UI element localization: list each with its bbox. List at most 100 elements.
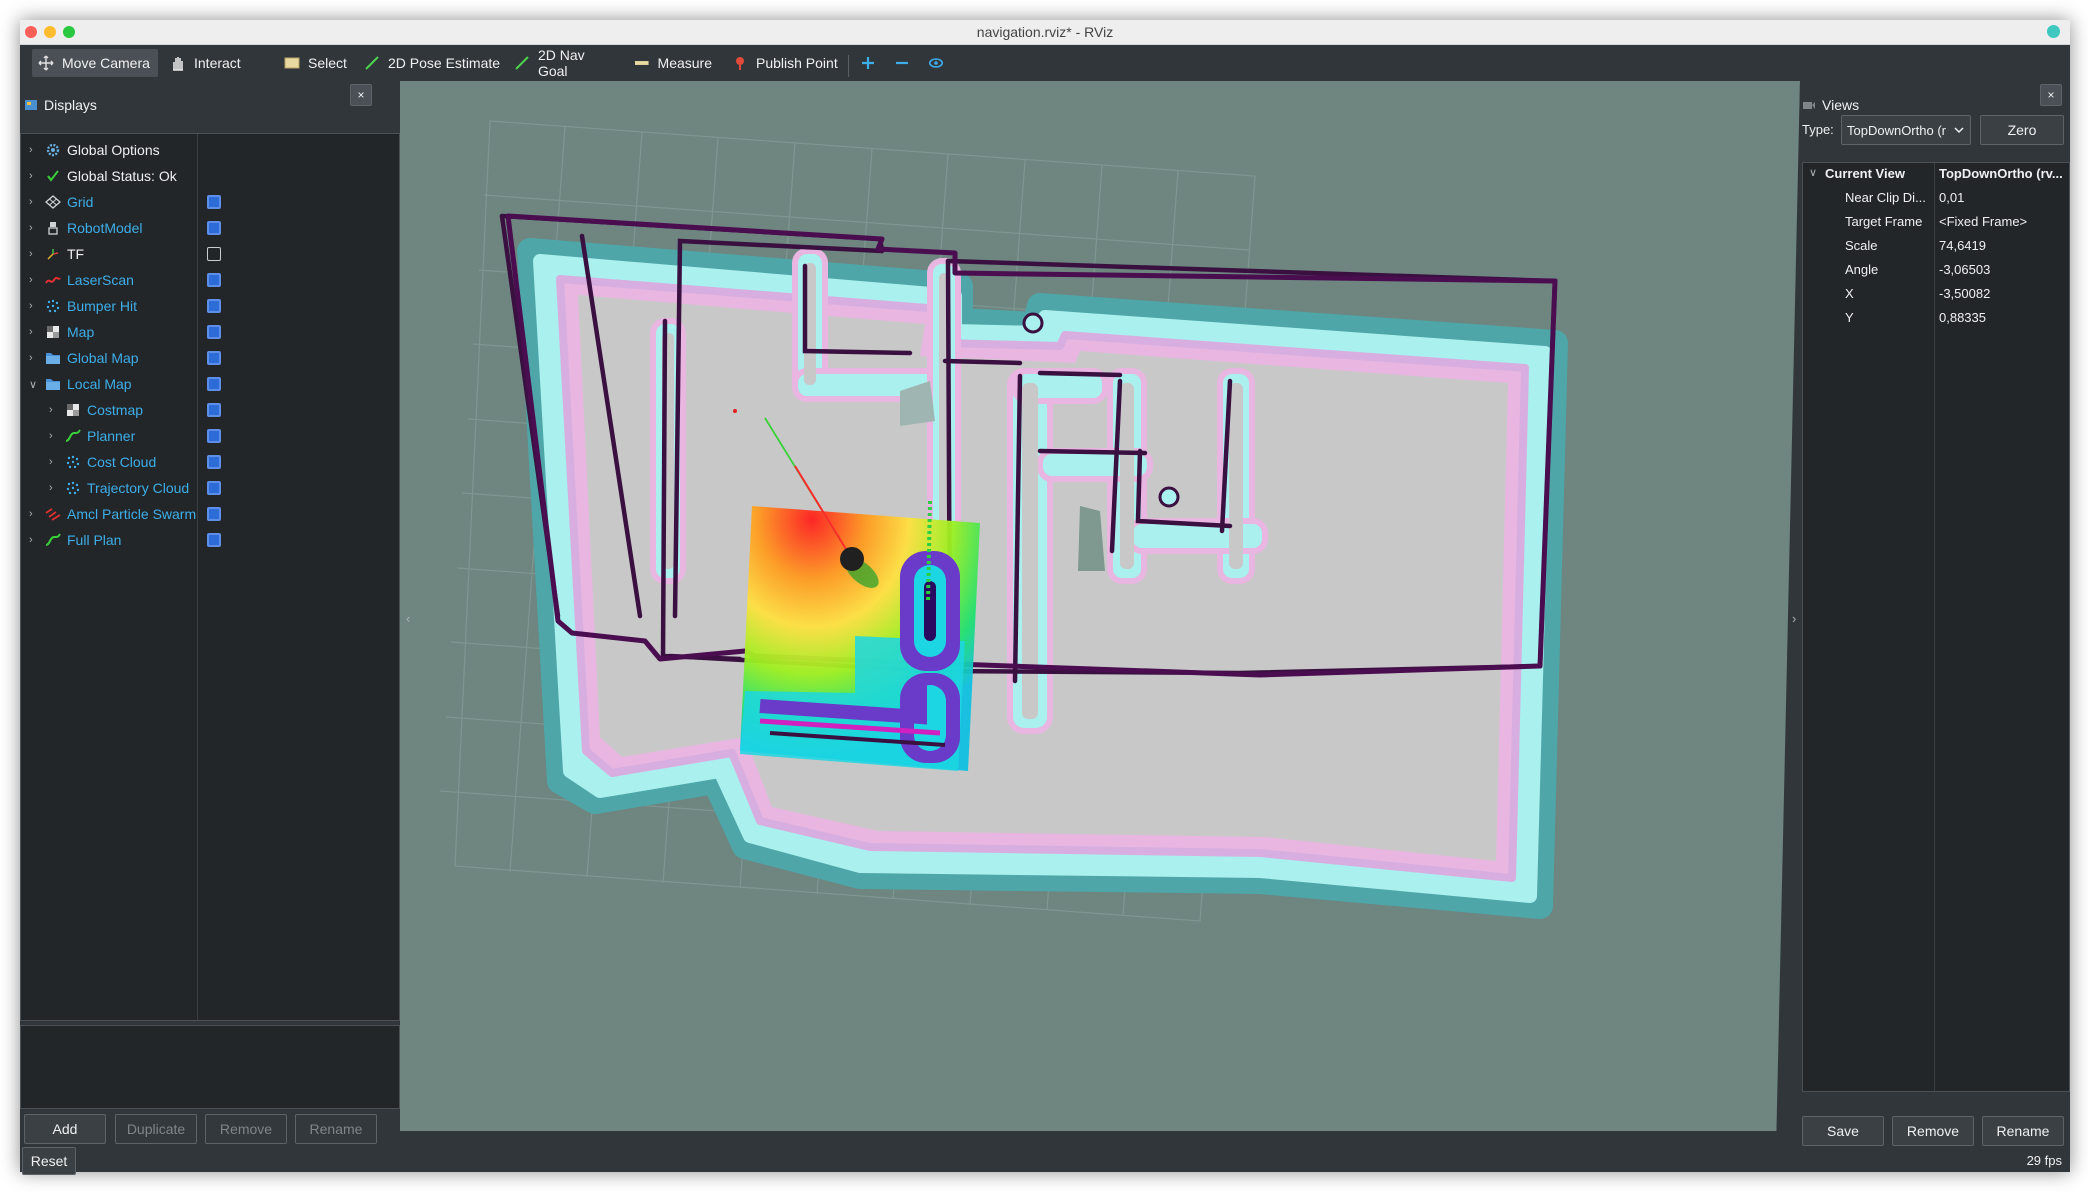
current-view-row[interactable]: ∨ Current View TopDownOrtho (rv... bbox=[1803, 166, 2069, 190]
display-item-tf[interactable]: › TF bbox=[21, 241, 399, 267]
display-item-robotmodel[interactable]: › RobotModel bbox=[21, 215, 399, 241]
display-item-bumper-hit[interactable]: › Bumper Hit bbox=[21, 293, 399, 319]
display-enabled-checkbox[interactable] bbox=[207, 507, 221, 521]
expand-arrow-icon: ∨ bbox=[1809, 167, 1818, 179]
display-item-trajectory-cloud[interactable]: › Trajectory Cloud bbox=[21, 475, 399, 501]
property-value[interactable]: -3,50082 bbox=[1939, 286, 2067, 301]
expand-arrow-icon[interactable]: › bbox=[29, 326, 39, 338]
save-view-button[interactable]: Save bbox=[1802, 1116, 1884, 1146]
expand-arrow-icon[interactable]: › bbox=[29, 274, 39, 286]
view-property-row[interactable]: Target Frame <Fixed Frame> bbox=[1803, 214, 2069, 238]
display-enabled-checkbox[interactable] bbox=[207, 481, 221, 495]
display-item-full-plan[interactable]: › Full Plan bbox=[21, 527, 399, 553]
display-item-label: Cost Cloud bbox=[87, 454, 157, 470]
robot-icon bbox=[45, 220, 61, 236]
tool-publish-point[interactable]: Publish Point bbox=[726, 49, 844, 77]
display-item-amcl-particle-swarm[interactable]: › Amcl Particle Swarm bbox=[21, 501, 399, 527]
expand-arrow-icon[interactable]: › bbox=[29, 170, 39, 182]
path-icon bbox=[45, 532, 61, 548]
display-enabled-checkbox[interactable] bbox=[207, 195, 221, 209]
display-enabled-checkbox[interactable] bbox=[207, 351, 221, 365]
zero-button[interactable]: Zero bbox=[1980, 115, 2064, 145]
laser-icon bbox=[45, 272, 61, 288]
displays-icon bbox=[25, 100, 37, 110]
property-value[interactable]: <Fixed Frame> bbox=[1939, 214, 2067, 229]
expand-arrow-icon[interactable]: › bbox=[29, 196, 39, 208]
expand-arrow-icon[interactable]: › bbox=[49, 456, 59, 468]
display-item-label: Amcl Particle Swarm bbox=[67, 506, 197, 522]
pointcloud-icon bbox=[65, 480, 81, 496]
display-item-laserscan[interactable]: › LaserScan bbox=[21, 267, 399, 293]
display-item-map[interactable]: › Map bbox=[21, 319, 399, 345]
display-enabled-checkbox[interactable] bbox=[207, 429, 221, 443]
display-item-cost-cloud[interactable]: › Cost Cloud bbox=[21, 449, 399, 475]
views-title: Views bbox=[1822, 97, 1860, 113]
display-enabled-checkbox[interactable] bbox=[207, 455, 221, 469]
remove-tool-button[interactable] bbox=[888, 49, 916, 77]
view-property-row[interactable]: Near Clip Di... 0,01 bbox=[1803, 190, 2069, 214]
view-property-row[interactable]: Y 0,88335 bbox=[1803, 310, 2069, 334]
views-close-button[interactable]: × bbox=[2040, 84, 2062, 106]
view-type-select[interactable]: TopDownOrtho (r bbox=[1841, 115, 1971, 145]
display-item-global-status-ok[interactable]: › Global Status: Ok bbox=[21, 163, 399, 189]
tool-label: Move Camera bbox=[62, 55, 150, 71]
expand-arrow-icon[interactable]: › bbox=[49, 430, 59, 442]
add-tool-button[interactable] bbox=[854, 49, 882, 77]
displays-close-button[interactable]: × bbox=[350, 84, 372, 106]
display-item-local-map[interactable]: ∨ Local Map bbox=[21, 371, 399, 397]
display-enabled-checkbox[interactable] bbox=[207, 377, 221, 391]
tool-select[interactable]: Select bbox=[278, 49, 358, 77]
view-property-row[interactable]: Angle -3,06503 bbox=[1803, 262, 2069, 286]
rename-view-button[interactable]: Rename bbox=[1982, 1116, 2064, 1146]
expand-arrow-icon[interactable]: › bbox=[49, 404, 59, 416]
property-value[interactable]: 74,6419 bbox=[1939, 238, 2067, 253]
remove-view-button[interactable]: Remove bbox=[1892, 1116, 1974, 1146]
display-item-planner[interactable]: › Planner bbox=[21, 423, 399, 449]
toolbar: Move Camera Interact Select 2D Pose Esti… bbox=[20, 45, 2070, 81]
collapse-left-panel-icon[interactable]: ‹ bbox=[406, 611, 418, 626]
expand-arrow-icon[interactable]: › bbox=[29, 534, 39, 546]
view-property-row[interactable]: Scale 74,6419 bbox=[1803, 238, 2069, 262]
render-viewport[interactable]: ‹ › bbox=[400, 81, 1808, 1151]
local-costmap bbox=[740, 506, 980, 771]
display-item-label: Global Options bbox=[67, 142, 160, 158]
rename-display-button[interactable]: Rename bbox=[295, 1114, 377, 1144]
tool-properties-button[interactable] bbox=[922, 49, 950, 77]
display-item-global-options[interactable]: › Global Options bbox=[21, 137, 399, 163]
property-value[interactable]: -3,06503 bbox=[1939, 262, 2067, 277]
expand-arrow-icon[interactable]: › bbox=[49, 482, 59, 494]
tool-2d-pose-estimate[interactable]: 2D Pose Estimate bbox=[358, 49, 508, 77]
duplicate-display-button[interactable]: Duplicate bbox=[115, 1114, 197, 1144]
display-item-label: Full Plan bbox=[67, 532, 122, 548]
expand-arrow-icon[interactable]: › bbox=[29, 144, 39, 156]
expand-arrow-icon[interactable]: › bbox=[29, 248, 39, 260]
expand-arrow-icon[interactable]: › bbox=[29, 300, 39, 312]
view-property-row[interactable]: X -3,50082 bbox=[1803, 286, 2069, 310]
tool-2d-nav-goal[interactable]: 2D Nav Goal bbox=[508, 47, 624, 79]
camera-icon bbox=[1803, 102, 1815, 109]
select-icon bbox=[284, 57, 300, 69]
display-item-costmap[interactable]: › Costmap bbox=[21, 397, 399, 423]
property-value[interactable]: 0,01 bbox=[1939, 190, 2067, 205]
tool-move-camera[interactable]: Move Camera bbox=[32, 49, 158, 77]
expand-arrow-icon[interactable]: › bbox=[29, 352, 39, 364]
display-item-grid[interactable]: › Grid bbox=[21, 189, 399, 215]
display-enabled-checkbox[interactable] bbox=[207, 299, 221, 313]
remove-display-button[interactable]: Remove bbox=[205, 1114, 287, 1144]
tool-measure[interactable]: Measure bbox=[628, 49, 718, 77]
reset-button[interactable]: Reset bbox=[22, 1147, 76, 1175]
display-item-global-map[interactable]: › Global Map bbox=[21, 345, 399, 371]
add-display-button[interactable]: Add bbox=[24, 1114, 106, 1144]
display-enabled-checkbox[interactable] bbox=[207, 325, 221, 339]
display-enabled-checkbox[interactable] bbox=[207, 273, 221, 287]
tool-interact[interactable]: Interact bbox=[164, 49, 276, 77]
expand-arrow-icon[interactable]: › bbox=[29, 508, 39, 520]
expand-arrow-icon[interactable]: › bbox=[29, 222, 39, 234]
display-enabled-checkbox[interactable] bbox=[207, 533, 221, 547]
display-enabled-checkbox[interactable] bbox=[207, 221, 221, 235]
display-enabled-checkbox[interactable] bbox=[207, 403, 221, 417]
property-value[interactable]: 0,88335 bbox=[1939, 310, 2067, 325]
display-item-label: Global Map bbox=[67, 350, 139, 366]
collapse-arrow-icon[interactable]: ∨ bbox=[29, 378, 39, 391]
display-enabled-checkbox[interactable] bbox=[207, 247, 221, 261]
